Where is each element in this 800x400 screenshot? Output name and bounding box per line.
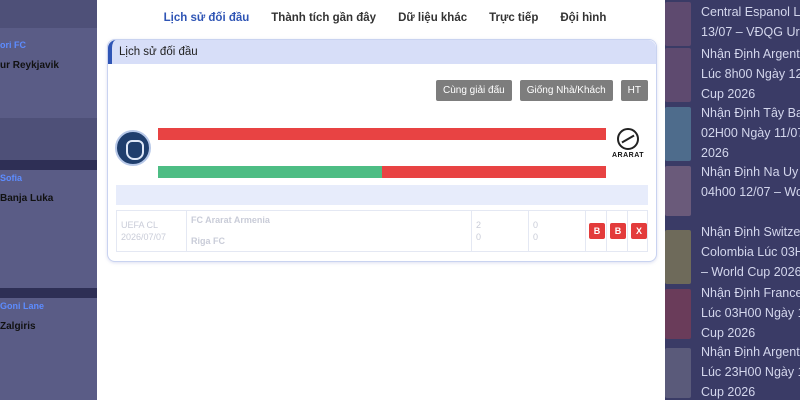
- news-title[interactable]: Central Espanol Lúc 13/07 – VĐQG Urug: [701, 2, 800, 42]
- filter-buttons: Cùng giải đấu Giống Nhà/Khách HT: [435, 80, 648, 101]
- background-match-card: ori FC ur Reykjavik: [0, 28, 97, 118]
- news-title[interactable]: Nhận Định Tây Ban 02H00 Ngày 11/07 2026: [701, 103, 800, 163]
- score-home: 2: [476, 220, 482, 230]
- background-match-card: Goni Lane Zalgiris: [0, 288, 97, 400]
- team-name: ur Reykjavik: [0, 60, 59, 71]
- score-away: 0: [476, 232, 482, 242]
- tab-other-data[interactable]: Dữ liệu khác: [398, 12, 467, 24]
- bar-home-segment: [158, 166, 382, 178]
- col-ht-score: 0 0: [529, 211, 586, 251]
- match-date: 2026/07/07: [121, 232, 167, 242]
- result-badge: X: [631, 223, 647, 239]
- team-name: Banja Luka: [0, 193, 54, 204]
- table-row: UEFA CL 2026/07/07 FC Ararat Armenia Rig…: [116, 210, 648, 252]
- result-bar-1: [158, 128, 606, 140]
- news-title[interactable]: Nhận Định Argentin Lúc 23H00 Ngày 12/ Cu…: [701, 342, 800, 400]
- bar-away-segment: [158, 128, 606, 140]
- col-teams: FC Ararat Armenia Riga FC: [187, 211, 472, 251]
- table-header: [116, 185, 648, 205]
- away-team-name: Riga FC: [191, 236, 226, 246]
- news-title[interactable]: Nhận Định Na Uy V 04h00 12/07 – Wor: [701, 162, 800, 202]
- background-news-list: Central Espanol Lúc 13/07 – VĐQG Urug Nh…: [665, 0, 800, 400]
- same-home-away-button[interactable]: Giống Nhà/Khách: [519, 80, 613, 101]
- league-name: ori FC: [0, 40, 26, 50]
- away-team-logo: ARARAT: [610, 128, 646, 168]
- match-league: UEFA CL: [121, 220, 159, 230]
- result-bar-2: [158, 166, 606, 178]
- league-name: Goni Lane: [0, 301, 45, 311]
- home-team-logo: [115, 130, 151, 166]
- match-analysis-modal: Lịch sử đối đầu Thành tích gần đây Dữ li…: [97, 0, 665, 400]
- tab-live[interactable]: Trực tiếp: [489, 12, 538, 24]
- background-match-card: Sofia Banja Luka: [0, 160, 97, 288]
- same-league-button[interactable]: Cùng giải đấu: [435, 80, 512, 101]
- tab-bar: Lịch sử đối đầu Thành tích gần đây Dữ li…: [97, 0, 665, 36]
- tab-head-to-head[interactable]: Lịch sử đối đầu: [164, 12, 250, 24]
- ht-score-away: 0: [533, 232, 539, 242]
- head-to-head-panel: Lịch sử đối đầu Cùng giải đấu Giống Nhà/…: [107, 39, 657, 262]
- col-score: 2 0: [472, 211, 529, 251]
- league-name: Sofia: [0, 173, 23, 183]
- panel-title: Lịch sử đối đầu: [108, 40, 656, 64]
- ht-score-home: 0: [533, 220, 539, 230]
- col-league-date: UEFA CL 2026/07/07: [117, 211, 187, 251]
- result-badge: B: [589, 223, 605, 239]
- tab-recent-form[interactable]: Thành tích gần đây: [271, 12, 376, 24]
- result-badge: B: [610, 223, 626, 239]
- tab-lineup[interactable]: Đội hình: [560, 12, 606, 24]
- news-title[interactable]: Nhận Định France V Lúc 03H00 Ngày 10 Cup…: [701, 283, 800, 343]
- news-title[interactable]: Nhận Định Argentin Lúc 8h00 Ngày 12/0 Cu…: [701, 44, 800, 104]
- away-team-logo-text: ARARAT: [611, 152, 645, 159]
- background-left-list: ori FC ur Reykjavik Sofia Banja Luka Gon…: [0, 0, 97, 400]
- half-time-button[interactable]: HT: [620, 80, 648, 101]
- home-team-name: FC Ararat Armenia: [191, 215, 270, 225]
- team-name: Zalgiris: [0, 321, 36, 332]
- news-title[interactable]: Nhận Định Switzerl Colombia Lúc 03H0 – W…: [701, 222, 800, 282]
- bar-away-segment: [382, 166, 606, 178]
